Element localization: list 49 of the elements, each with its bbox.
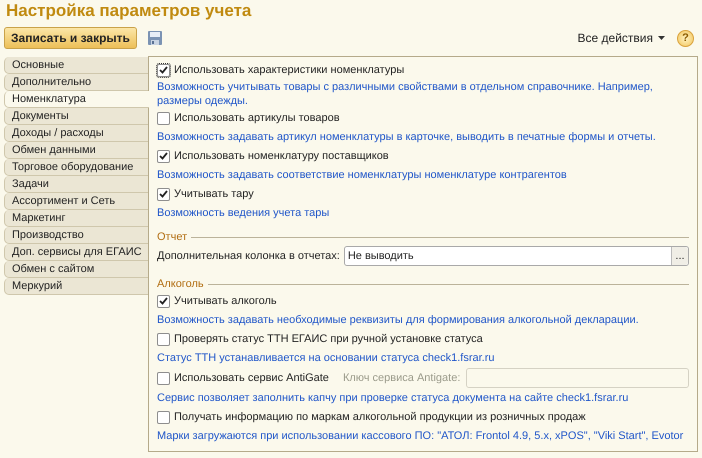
side-tab[interactable]: Доп. сервисы для ЕГАИС bbox=[4, 244, 148, 261]
side-tab[interactable]: Торговое оборудование bbox=[4, 159, 148, 176]
side-tab[interactable]: Номенклатура bbox=[4, 91, 149, 108]
checkbox[interactable] bbox=[157, 64, 170, 76]
checkbox-label[interactable]: Использовать сервис AntiGate bbox=[174, 372, 329, 384]
side-tab[interactable]: Ассортимент и Сеть bbox=[4, 193, 148, 210]
caret-icon bbox=[658, 36, 665, 40]
checkbox[interactable] bbox=[157, 150, 170, 162]
side-tab[interactable]: Маркетинг bbox=[4, 210, 148, 227]
hint-text: Статус ТТН устанавливается на основании статуса check1.fsrar.ru bbox=[157, 351, 496, 366]
hint-text: Марки загружаются при использовании кассового ПО: "АТОЛ: Frontol 4.9, 5.x, xPOS", "Viki Start", Evotor bbox=[157, 429, 684, 444]
hint-text: Возможность задавать артикул номенклатуры в карточке, выводить в печатные формы и отчеты. bbox=[157, 130, 657, 145]
help-button[interactable]: ? bbox=[677, 30, 694, 46]
field-label: Ключ сервиса Antigate: bbox=[342, 372, 460, 384]
checkbox[interactable] bbox=[157, 372, 170, 384]
all-actions-menu[interactable]: Все действия bbox=[578, 31, 665, 45]
checkbox[interactable] bbox=[157, 410, 170, 424]
side-tab[interactable]: Дополнительно bbox=[4, 74, 148, 91]
side-tab[interactable]: Меркурий bbox=[4, 278, 148, 295]
checkbox[interactable] bbox=[157, 294, 170, 308]
side-tab[interactable]: Задачи bbox=[4, 176, 148, 193]
choose-button[interactable]: ... bbox=[671, 247, 688, 265]
checkbox[interactable] bbox=[157, 332, 170, 346]
section-title: Отчет bbox=[157, 231, 188, 243]
side-tab[interactable]: Документы bbox=[4, 108, 148, 125]
hint-text: Возможность задавать соответствие номенклатуры номенклатуре контрагентов bbox=[157, 168, 568, 183]
side-tab[interactable]: Обмен с сайтом bbox=[4, 261, 148, 278]
checkbox-label[interactable]: Учитывать алкоголь bbox=[174, 295, 277, 307]
checkbox-label[interactable]: Использовать номенклатуру поставщиков bbox=[174, 150, 389, 162]
checkbox-label[interactable]: Использовать характеристики номенклатуры bbox=[174, 64, 404, 76]
field-label: Дополнительная колонка в отчетах: bbox=[157, 250, 340, 262]
side-tab[interactable]: Доходы / расходы bbox=[4, 125, 148, 142]
hint-text: Возможность задавать необходимые реквизиты для формирования алкогольной декларации. bbox=[157, 313, 640, 328]
hint-text: Возможность учитывать товары с различными свойствами в отдельном справочнике. Например, размеры одежды. bbox=[157, 80, 654, 109]
checkbox[interactable] bbox=[157, 188, 170, 200]
select-field[interactable]: Не выводить ... bbox=[344, 246, 689, 266]
save-close-button[interactable]: Записать и закрыть bbox=[4, 27, 137, 49]
window-title: Настройка параметров учета bbox=[5, 0, 252, 22]
hint-text: Возможность ведения учета тары bbox=[157, 206, 330, 221]
checkbox-label[interactable]: Получать информацию по маркам алкогольной продукции из розничных продаж bbox=[174, 411, 586, 423]
checkbox-label[interactable]: Учитывать тару bbox=[174, 188, 254, 200]
side-tab[interactable]: Основные bbox=[4, 57, 148, 74]
checkbox[interactable] bbox=[157, 112, 170, 124]
checkbox-label[interactable]: Проверять статус ТТН ЕГАИС при ручной установке статуса bbox=[174, 333, 483, 345]
side-tab[interactable]: Обмен данными bbox=[4, 142, 148, 159]
side-tab[interactable]: Производство bbox=[4, 227, 148, 244]
section-title: Алкоголь bbox=[157, 278, 204, 290]
checkbox-label[interactable]: Использовать артикулы товаров bbox=[174, 112, 340, 124]
hint-text: Сервис позволяет заполнить капчу при проверке статуса документа на сайте check1.fsrar.ru bbox=[157, 391, 630, 406]
